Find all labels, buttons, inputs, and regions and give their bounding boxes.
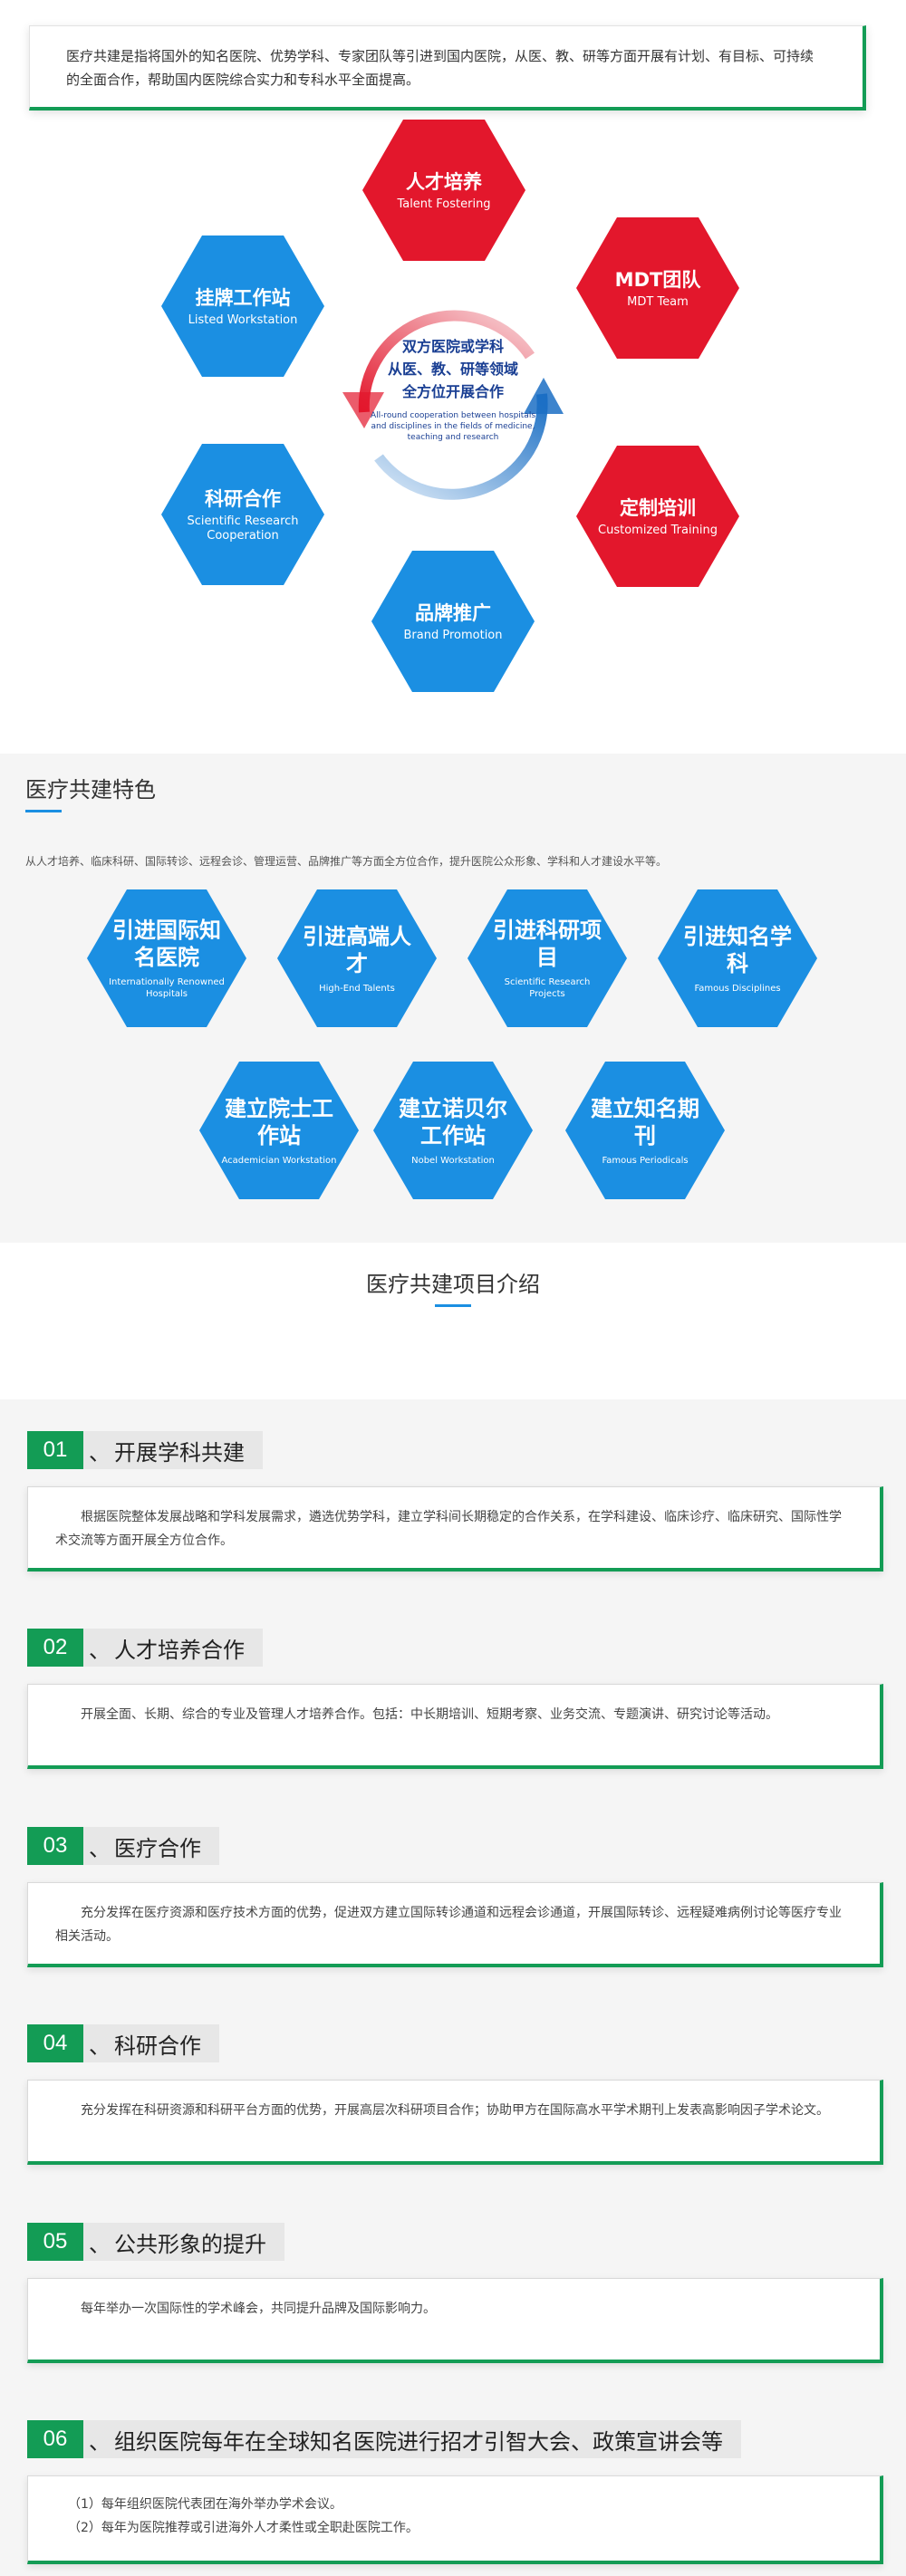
hex-listed-workstation: 挂牌工作站 Listed Workstation: [161, 235, 324, 377]
project-number: 03: [27, 1827, 83, 1865]
feature-en: High-End Talents: [319, 983, 395, 994]
project-box: 每年举办一次国际性的学术峰会，共同提升品牌及国际影响力。: [27, 2278, 883, 2363]
projects-section: 01 、开展学科共建 根据医院整体发展战略和学科发展需求，遴选优势学科，建立学科…: [0, 1399, 906, 2576]
project-box: 充分发挥在科研资源和科研平台方面的优势，开展高层次科研项目合作；协助甲方在国际高…: [27, 2080, 883, 2165]
hex-brand-promotion: 品牌推广 Brand Promotion: [371, 551, 535, 692]
feature-cn: 建立诺贝尔工作站: [399, 1095, 507, 1149]
features-desc: 从人才培养、临床科研、国际转诊、远程会诊、管理运营、品牌推广等方面全方位合作，提…: [25, 855, 668, 868]
center-line-1: 双方医院或学科: [401, 338, 504, 355]
hex-mdt-team: MDT团队 MDT Team: [576, 217, 739, 359]
project-title: 、医疗合作: [89, 1835, 201, 1861]
hex-cn: 品牌推广: [415, 601, 491, 624]
feature-en: Famous Disciplines: [694, 983, 781, 994]
center-line-2: 从医、教、研等领域: [387, 360, 518, 378]
feature-en: Scientific Research Projects: [504, 977, 591, 999]
center-text: 双方医院或学科 从医、教、研等领域 全方位开展合作 All-round coop…: [367, 335, 539, 443]
project-header: 05 、公共形象的提升: [27, 2223, 284, 2261]
project-title-text: 人才培养合作: [114, 1637, 245, 1663]
feature-cn: 引进知名学科: [683, 923, 792, 976]
features-underline: [25, 810, 62, 812]
project-header: 06 、组织医院每年在全球知名医院进行招才引智大会、政策宣讲会等: [27, 2420, 741, 2458]
project-box: 根据医院整体发展战略和学科发展需求，遴选优势学科，建立学科间长期稳定的合作关系，…: [27, 1486, 883, 1572]
project-header: 01 、开展学科共建: [27, 1431, 263, 1469]
project-text: 根据医院整体发展战略和学科发展需求，遴选优势学科，建立学科间长期稳定的合作关系，…: [55, 1510, 842, 1548]
feature-en: Nobel Workstation: [411, 1155, 495, 1166]
project-number: 05: [27, 2223, 83, 2261]
hex-cn: 挂牌工作站: [195, 286, 291, 309]
project-header: 02 、人才培养合作: [27, 1629, 263, 1667]
project-header: 03 、医疗合作: [27, 1827, 219, 1865]
project-text: 充分发挥在医疗资源和医疗技术方面的优势，促进双方建立国际转诊通道和远程会诊通道，…: [55, 1906, 842, 1944]
feature-cn: 引进高端人才: [303, 923, 411, 976]
feature-hex: 引进科研项目 Scientific Research Projects: [467, 889, 627, 1027]
feature-hex: 引进国际知名医院 Internationally Renowned Hospit…: [87, 889, 246, 1027]
projects-underline: [435, 1304, 471, 1307]
feature-hex: 建立院士工作站 Academician Workstation: [199, 1062, 359, 1199]
intro-card: 医疗共建是指将国外的知名医院、优势学科、专家团队等引进到国内医院，从医、教、研等…: [29, 25, 866, 111]
project-box: 充分发挥在医疗资源和医疗技术方面的优势，促进双方建立国际转诊通道和远程会诊通道，…: [27, 1882, 883, 1967]
project-title-text: 医疗合作: [114, 1835, 201, 1861]
project-title-text: 科研合作: [114, 2033, 201, 2059]
hex-en: Listed Workstation: [188, 312, 298, 327]
hex-en: MDT Team: [627, 294, 689, 309]
hex-en: Talent Fostering: [397, 197, 491, 211]
project-text: 充分发挥在科研资源和科研平台方面的优势，开展高层次科研项目合作；协助甲方在国际高…: [81, 2103, 829, 2118]
project-title-text: 组织医院每年在全球知名医院进行招才引智大会、政策宣讲会等: [114, 2428, 723, 2455]
hex-customized-training: 定制培训 Customized Training: [576, 446, 739, 587]
project-text: （2）每年为医院推荐或引进海外人才柔性或全职赴医院工作。: [68, 2521, 419, 2535]
features-title: 医疗共建特色: [25, 777, 156, 803]
feature-hex: 建立诺贝尔工作站 Nobel Workstation: [373, 1062, 533, 1199]
hex-en: Customized Training: [598, 523, 718, 537]
project-title-text: 开展学科共建: [114, 1439, 245, 1466]
feature-hex: 引进知名学科 Famous Disciplines: [658, 889, 817, 1027]
project-text: 开展全面、长期、综合的专业及管理人才培养合作。包括：中长期培训、短期考察、业务交…: [81, 1707, 778, 1722]
hex-en: Brand Promotion: [403, 628, 503, 642]
project-title: 、组织医院每年在全球知名医院进行招才引智大会、政策宣讲会等: [89, 2428, 723, 2455]
hex-cn: 科研合作: [205, 487, 281, 510]
project-header: 04 、科研合作: [27, 2024, 219, 2062]
hex-cn: 定制培训: [620, 496, 696, 519]
project-number: 02: [27, 1629, 83, 1667]
hex-scientific-research: 科研合作 Scientific Research Cooperation: [161, 444, 324, 585]
hex-talent-fostering: 人才培养 Talent Fostering: [362, 120, 525, 261]
project-title: 、公共形象的提升: [89, 2231, 266, 2257]
project-title: 、开展学科共建: [89, 1439, 245, 1466]
project-number: 04: [27, 2024, 83, 2062]
intro-text: 医疗共建是指将国外的知名医院、优势学科、专家团队等引进到国内医院，从医、教、研等…: [66, 48, 814, 88]
project-title-text: 公共形象的提升: [114, 2231, 266, 2257]
feature-cn: 建立知名期刊: [591, 1095, 699, 1149]
project-title: 、科研合作: [89, 2033, 201, 2059]
features-section: 医疗共建特色 从人才培养、临床科研、国际转诊、远程会诊、管理运营、品牌推广等方面…: [0, 754, 906, 1243]
feature-cn: 建立院士工作站: [225, 1095, 333, 1149]
hex-cn: 人才培养: [406, 170, 482, 193]
cooperation-diagram: 双方医院或学科 从医、教、研等领域 全方位开展合作 All-round coop…: [0, 120, 906, 706]
project-box: （1）每年组织医院代表团在海外举办学术会议。 （2）每年为医院推荐或引进海外人才…: [27, 2475, 883, 2564]
center-en: All-round cooperation between hospitals …: [370, 411, 536, 442]
projects-title: 医疗共建项目介绍: [366, 1272, 540, 1297]
feature-cn: 引进国际知名医院: [112, 918, 221, 970]
hex-en: Scientific Research Cooperation: [187, 514, 299, 543]
project-number: 06: [27, 2420, 83, 2458]
feature-en: Academician Workstation: [221, 1155, 337, 1166]
feature-hex: 引进高端人才 High-End Talents: [277, 889, 437, 1027]
project-box: 开展全面、长期、综合的专业及管理人才培养合作。包括：中长期培训、短期考察、业务交…: [27, 1684, 883, 1769]
feature-en: Famous Periodicals: [602, 1155, 689, 1166]
project-text: （1）每年组织医院代表团在海外举办学术会议。: [68, 2497, 342, 2512]
feature-hex: 建立知名期刊 Famous Periodicals: [565, 1062, 725, 1199]
project-text: 每年举办一次国际性的学术峰会，共同提升品牌及国际影响力。: [81, 2302, 436, 2316]
project-title: 、人才培养合作: [89, 1637, 245, 1663]
center-line-3: 全方位开展合作: [401, 383, 504, 400]
project-number: 01: [27, 1431, 83, 1469]
hex-cn: MDT团队: [614, 268, 701, 291]
feature-cn: 引进科研项目: [493, 918, 602, 970]
feature-en: Internationally Renowned Hospitals: [109, 977, 225, 999]
